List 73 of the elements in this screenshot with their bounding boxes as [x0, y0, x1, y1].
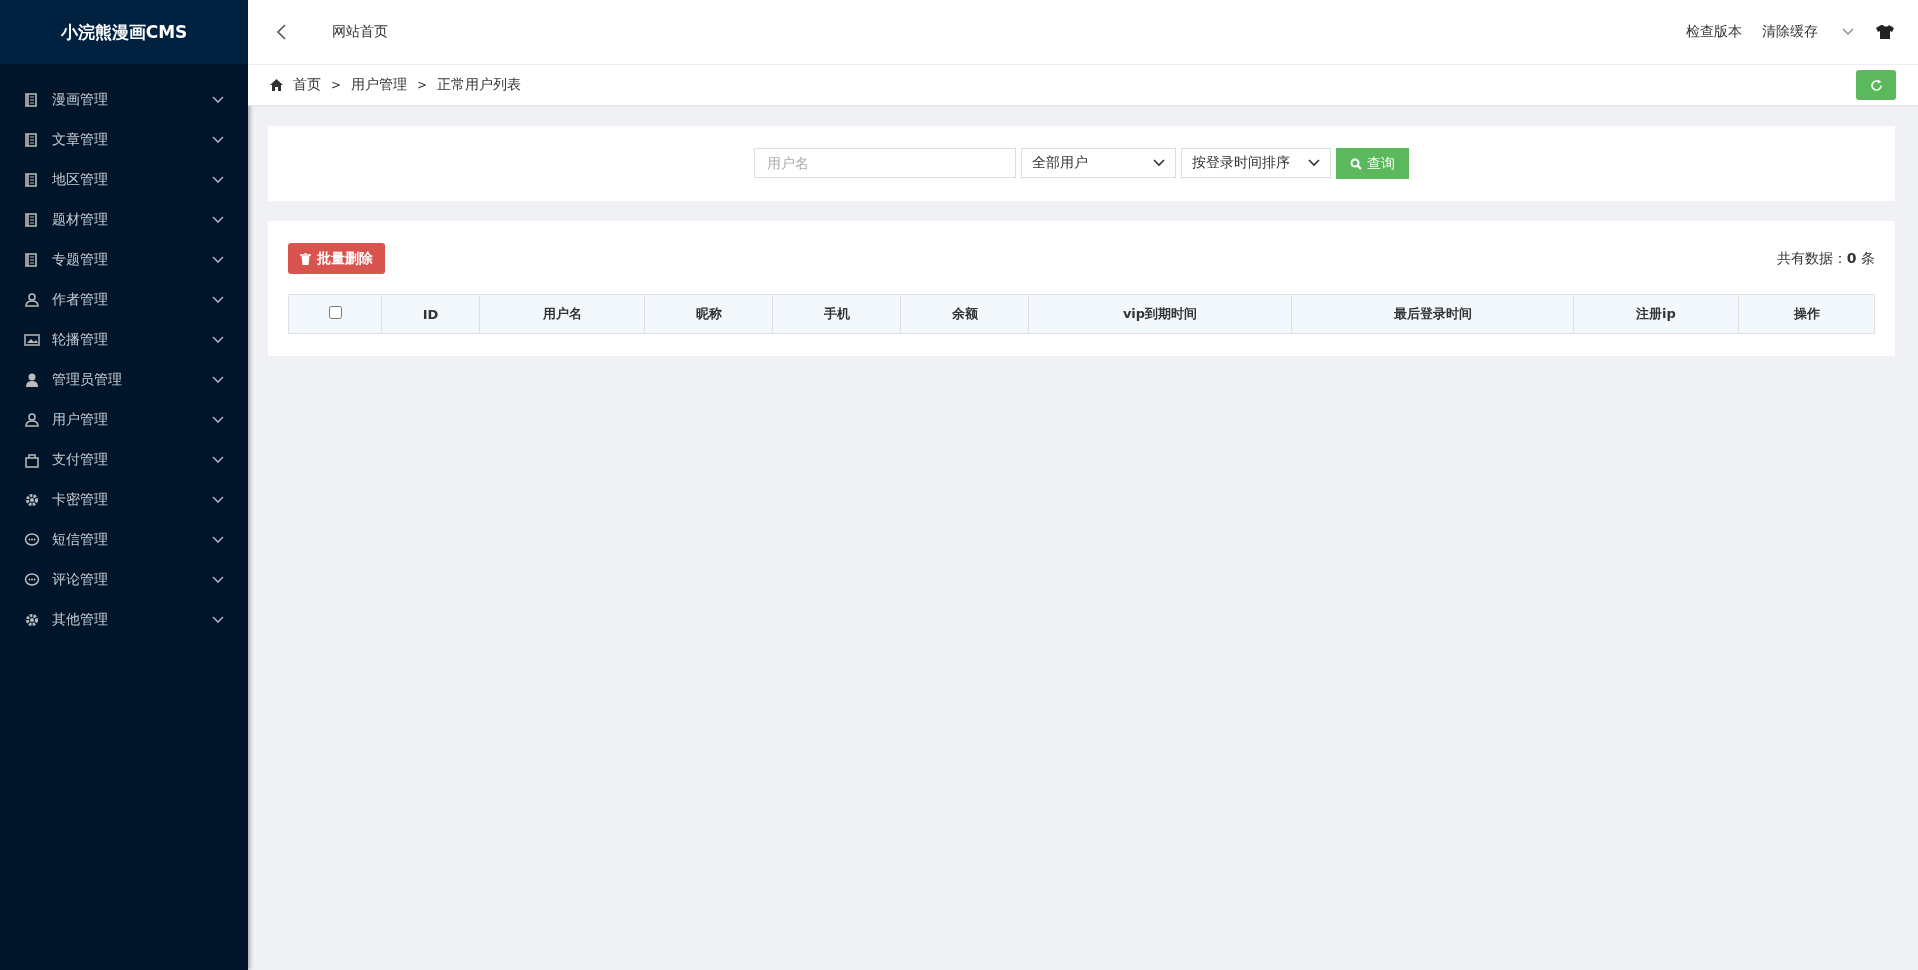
sidebar-item[interactable]: 题材管理 [0, 200, 248, 240]
chevron-down-icon [212, 256, 224, 264]
book-icon [24, 172, 40, 188]
home-link[interactable]: 网站首页 [332, 23, 388, 41]
book-icon [24, 212, 40, 228]
chevron-down-icon [212, 576, 224, 584]
book-icon [24, 132, 40, 148]
sidebar-item[interactable]: 卡密管理 [0, 480, 248, 520]
column-header: 昵称 [644, 294, 773, 334]
gear-icon [24, 612, 40, 628]
book-icon [24, 252, 40, 268]
chevron-down-icon [212, 216, 224, 224]
column-header: 操作 [1738, 294, 1875, 334]
book-icon [24, 92, 40, 108]
person-icon [24, 412, 40, 428]
trash-icon [300, 252, 311, 265]
user-type-select[interactable]: 全部用户 [1021, 148, 1176, 178]
chevron-down-icon [212, 136, 224, 144]
breadcrumb-separator: > [417, 78, 428, 92]
chat-icon [24, 532, 40, 548]
chevron-down-icon [212, 536, 224, 544]
breadcrumb-link[interactable]: 用户管理 [351, 76, 408, 94]
toolbar-link[interactable]: 清除缓存 [1762, 23, 1818, 39]
column-header: vip到期时间 [1028, 294, 1292, 334]
bag-icon [24, 452, 40, 468]
sidebar-item[interactable]: 轮播管理 [0, 320, 248, 360]
chat-icon [24, 572, 40, 588]
chevron-down-icon [212, 416, 224, 424]
chevron-down-icon [212, 96, 224, 104]
sidebar-item[interactable]: 漫画管理 [0, 80, 248, 120]
chevron-down-icon [212, 176, 224, 184]
image-icon [24, 332, 40, 348]
user-icon [24, 372, 40, 388]
batch-delete-button[interactable]: 批量删除 [288, 243, 385, 274]
chevron-down-icon [1308, 159, 1320, 167]
chevron-down-icon[interactable] [1842, 28, 1854, 36]
sidebar-item[interactable]: 管理员管理 [0, 360, 248, 400]
refresh-icon [1869, 78, 1883, 92]
sidebar-item[interactable]: 地区管理 [0, 160, 248, 200]
column-header: 手机 [772, 294, 901, 334]
column-header: 注册ip [1573, 294, 1739, 334]
column-header: ID [381, 294, 480, 334]
chevron-down-icon [212, 616, 224, 624]
sidebar-item[interactable]: 支付管理 [0, 440, 248, 480]
sidebar-item[interactable]: 作者管理 [0, 280, 248, 320]
sidebar-item[interactable]: 评论管理 [0, 560, 248, 600]
sidebar-item[interactable]: 其他管理 [0, 600, 248, 640]
app-logo: 小浣熊漫画CMS [60, 20, 188, 44]
record-count: 共有数据：0 条 [1776, 249, 1875, 268]
chevron-down-icon [1153, 159, 1165, 167]
toolbar-link[interactable]: 检查版本 [1686, 23, 1742, 39]
chevron-down-icon [212, 496, 224, 504]
sidebar-item[interactable]: 短信管理 [0, 520, 248, 560]
sidebar-item[interactable]: 用户管理 [0, 400, 248, 440]
chevron-down-icon [212, 456, 224, 464]
column-header: 最后登录时间 [1291, 294, 1574, 334]
sidebar-item[interactable]: 文章管理 [0, 120, 248, 160]
chevron-down-icon [212, 296, 224, 304]
column-header: 用户名 [479, 294, 645, 334]
chevron-down-icon [212, 336, 224, 344]
gear-icon [24, 492, 40, 508]
column-header: 余额 [900, 294, 1029, 334]
chevron-down-icon [212, 376, 224, 384]
select-all-checkbox[interactable] [328, 306, 342, 319]
person-icon [24, 292, 40, 308]
search-icon [1350, 157, 1362, 170]
breadcrumb-link[interactable]: 首页 [293, 76, 321, 94]
home-icon [270, 79, 283, 91]
breadcrumb-separator: > [331, 78, 342, 92]
sidebar-item[interactable]: 专题管理 [0, 240, 248, 280]
sort-select[interactable]: 按登录时间排序 [1181, 148, 1331, 178]
shirt-icon[interactable] [1876, 25, 1894, 39]
username-field[interactable]: 用户名 [754, 148, 1016, 178]
